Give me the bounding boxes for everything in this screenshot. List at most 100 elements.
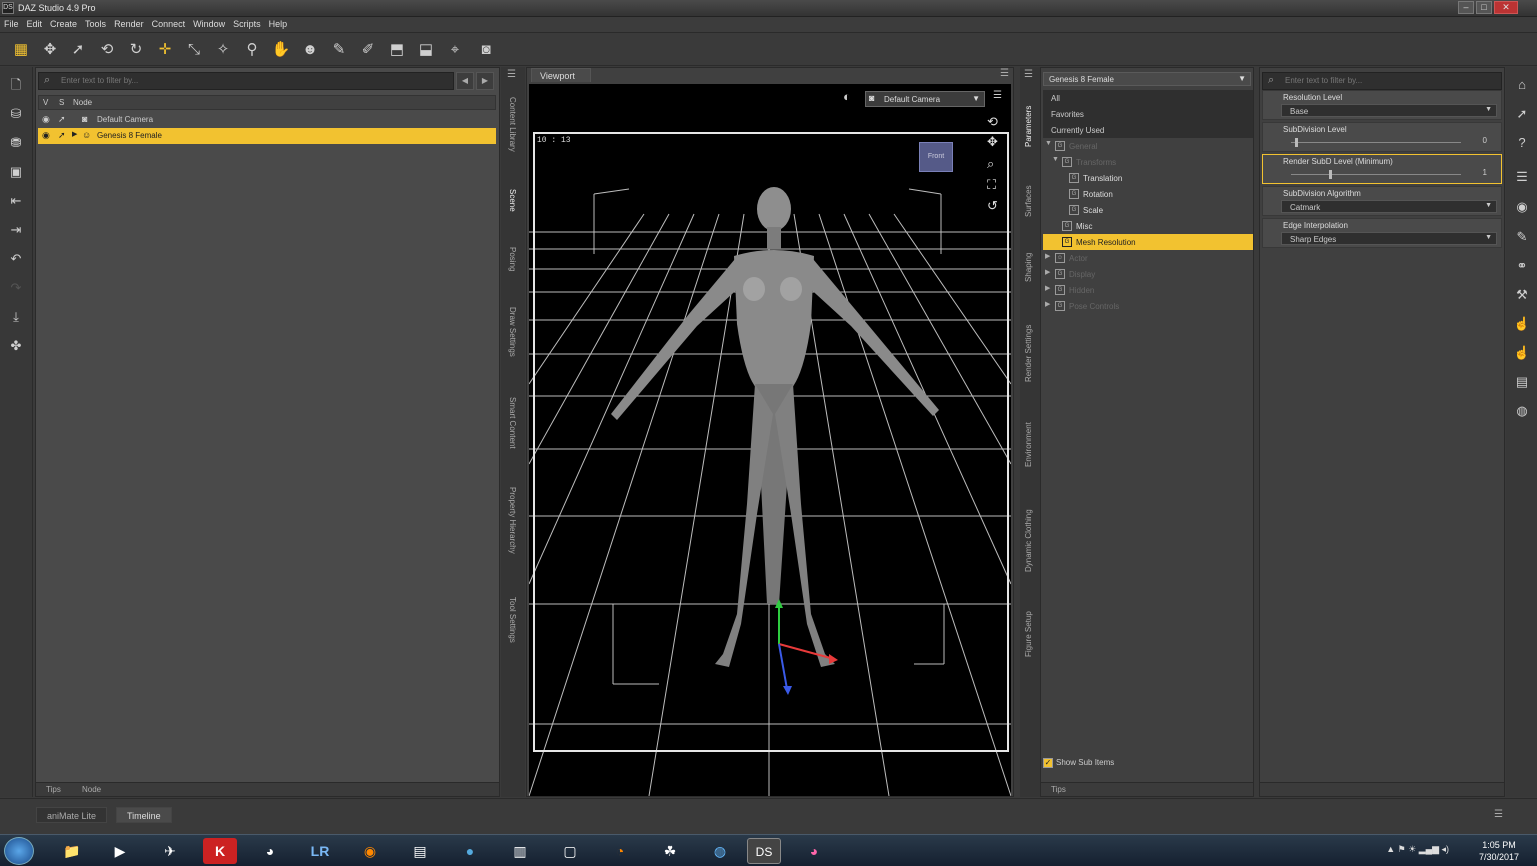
menu-tools[interactable]: Tools xyxy=(81,17,110,29)
undo-icon[interactable]: ↶ xyxy=(6,249,26,269)
viewport-panel-menu-icon[interactable]: ☰ xyxy=(1000,68,1009,79)
export-icon[interactable]: ⇥ xyxy=(6,220,26,240)
blender-icon[interactable]: ◔ xyxy=(603,838,637,864)
aux-tool-icon[interactable]: ⚒ xyxy=(1512,285,1532,305)
tree-node-pose-controls[interactable]: ▶ G Pose Controls xyxy=(1043,298,1253,314)
expand-arrow-icon[interactable]: ▶ xyxy=(1045,252,1050,260)
globe-icon[interactable]: ◍ xyxy=(1512,401,1532,421)
scene-back-icon[interactable]: ◀ xyxy=(456,72,474,90)
panel-menu-icon[interactable]: ☰ xyxy=(1024,69,1033,80)
view-cube[interactable]: Front xyxy=(919,142,953,172)
tab-content-library[interactable]: Content Library xyxy=(508,97,517,152)
joint-editor-icon[interactable]: ✧ xyxy=(212,39,234,61)
eye-icon[interactable]: ◉ xyxy=(42,114,50,125)
tree-node-mesh-resolution[interactable]: G Mesh Resolution xyxy=(1043,234,1253,250)
edge-interpolation-select[interactable]: Sharp Edges ▼ xyxy=(1281,232,1497,245)
menu-file[interactable]: File xyxy=(0,17,23,29)
open-file-icon[interactable]: ⛁ xyxy=(6,104,26,124)
chrome-icon[interactable]: ◕ xyxy=(253,838,287,864)
maximize-icon[interactable]: □ xyxy=(1476,1,1492,14)
node-selection-icon[interactable]: ➚ xyxy=(67,39,89,61)
tab-figure-setup[interactable]: Figure Setup xyxy=(1024,611,1033,657)
surface-selection-icon[interactable]: ☻ xyxy=(299,39,321,61)
brush-icon[interactable]: ✎ xyxy=(1512,227,1532,247)
tab-smart-content[interactable]: Smart Content xyxy=(508,397,517,449)
menu-scripts[interactable]: Scripts xyxy=(229,17,265,29)
translate-tool-icon[interactable]: ✛ xyxy=(154,39,176,61)
tree-node-misc[interactable]: G Misc xyxy=(1043,218,1253,234)
viewport-options-icon[interactable]: ☰ xyxy=(993,90,1002,101)
region-navigator-icon[interactable]: ✋ xyxy=(270,39,292,61)
tree-node-general[interactable]: ▼ G General xyxy=(1043,138,1253,154)
start-button-icon[interactable] xyxy=(4,837,34,865)
app-icon-3[interactable]: ▥ xyxy=(503,838,537,864)
rotate-tool-icon[interactable]: ⟲ xyxy=(96,39,118,61)
scene-row-genesis[interactable]: ◉ ➚ ▶ ☺ Genesis 8 Female xyxy=(38,128,496,144)
tab-animate-lite[interactable]: aniMate Lite xyxy=(36,807,108,823)
tab-posing[interactable]: Posing xyxy=(508,247,517,271)
tab-render-settings[interactable]: Render Settings xyxy=(1024,325,1033,382)
app-icon-5[interactable]: ☘ xyxy=(653,838,687,864)
close-icon[interactable]: ✕ xyxy=(1494,1,1518,14)
tab-timeline[interactable]: Timeline xyxy=(116,807,172,823)
render-subd-slider[interactable] xyxy=(1281,170,1471,179)
scene-forward-icon[interactable]: ▶ xyxy=(476,72,494,90)
drop-to-floor-icon[interactable]: ⤓ xyxy=(6,307,26,327)
node-select[interactable]: Genesis 8 Female ▼ xyxy=(1043,72,1251,86)
menu-render[interactable]: Render xyxy=(110,17,148,29)
app-icon-4[interactable]: ▢ xyxy=(553,838,587,864)
tab-viewport[interactable]: Viewport xyxy=(531,68,591,82)
collapse-arrow-icon[interactable]: ▼ xyxy=(1052,156,1059,163)
geometry-editor-icon[interactable]: ✎ xyxy=(328,39,350,61)
pointer-icon[interactable]: ➚ xyxy=(58,130,66,141)
clock[interactable]: 1:05 PM 7/30/2017 xyxy=(1479,839,1519,863)
menu-window[interactable]: Window xyxy=(189,17,229,29)
tree-node-rotation[interactable]: G Rotation xyxy=(1043,186,1253,202)
new-file-icon[interactable]: 🗋 xyxy=(6,75,26,95)
render-icon[interactable]: ◉ xyxy=(1512,197,1532,217)
help-icon[interactable]: ? xyxy=(1512,133,1532,153)
tab-environment[interactable]: Environment xyxy=(1024,422,1033,467)
pointer-icon[interactable]: ➚ xyxy=(58,114,66,125)
universal-tool-icon[interactable]: ✥ xyxy=(39,39,61,61)
node-column[interactable]: Node xyxy=(73,98,92,107)
tab-node[interactable]: Node xyxy=(74,785,109,794)
app-icon-1[interactable]: ✈ xyxy=(153,838,187,864)
bottom-pane-menu-icon[interactable]: ☰ xyxy=(1494,809,1503,820)
tab-tips[interactable]: Tips xyxy=(38,785,69,794)
nav-favorites[interactable]: Favorites xyxy=(1043,106,1253,122)
property-filter-input[interactable]: ⌕ Enter text to filter by... xyxy=(1262,72,1502,90)
tree-node-transforms[interactable]: ▼ G Transforms xyxy=(1043,154,1253,170)
pose-icon[interactable]: ☝ xyxy=(1512,314,1532,334)
subdivision-algorithm-select[interactable]: Catmark ▼ xyxy=(1281,200,1497,213)
explorer-icon[interactable]: 📁 xyxy=(55,838,89,864)
layout-icon[interactable]: ☰ xyxy=(1512,167,1532,187)
nav-all[interactable]: All xyxy=(1043,90,1253,106)
perspective-view-icon[interactable]: ◐ xyxy=(843,89,851,104)
menu-connect[interactable]: Connect xyxy=(148,17,190,29)
import-icon[interactable]: ⇤ xyxy=(6,191,26,211)
orbit-camera-icon[interactable]: ⟲ xyxy=(987,114,998,130)
figure-pose-icon[interactable]: ⚲ xyxy=(241,39,263,61)
timeline-icon[interactable]: ▤ xyxy=(1512,372,1532,392)
ds-logo-icon[interactable]: ⌂ xyxy=(1512,75,1532,95)
weight-map-icon[interactable]: ✐ xyxy=(357,39,379,61)
app-icon-2[interactable]: ● xyxy=(453,838,487,864)
spot-render-icon[interactable]: ⬓ xyxy=(415,39,437,61)
nav-currently-used[interactable]: Currently Used xyxy=(1043,122,1253,138)
tree-node-hidden[interactable]: ▶ G Hidden xyxy=(1043,282,1253,298)
render-camera-icon[interactable]: ◙ xyxy=(475,39,497,61)
menu-create[interactable]: Create xyxy=(46,17,81,29)
figure-tool-icon[interactable]: ☝ xyxy=(1512,343,1532,363)
viewport-canvas[interactable]: ◐ ◙ Default Camera ▼ ☰ ⟲ ✥ ⌕ ⛶ ↺ 10 : 13… xyxy=(529,84,1011,796)
collapse-arrow-icon[interactable]: ▼ xyxy=(1045,140,1052,147)
scene-row-default-camera[interactable]: ◉ ➚ ◙ Default Camera xyxy=(38,112,496,128)
tab-property-hierarchy[interactable]: Property Hierarchy xyxy=(508,487,517,554)
files-icon[interactable]: ▤ xyxy=(403,838,437,864)
tab-scene[interactable]: Scene xyxy=(508,189,517,212)
expand-arrow-icon[interactable]: ▶ xyxy=(1045,300,1050,308)
prop-value[interactable]: 0 xyxy=(1483,136,1487,145)
firefox-icon[interactable]: ◉ xyxy=(353,838,387,864)
show-sub-items-checkbox[interactable]: ✓ Show Sub Items xyxy=(1043,758,1114,768)
minimize-icon[interactable]: – xyxy=(1458,1,1474,14)
